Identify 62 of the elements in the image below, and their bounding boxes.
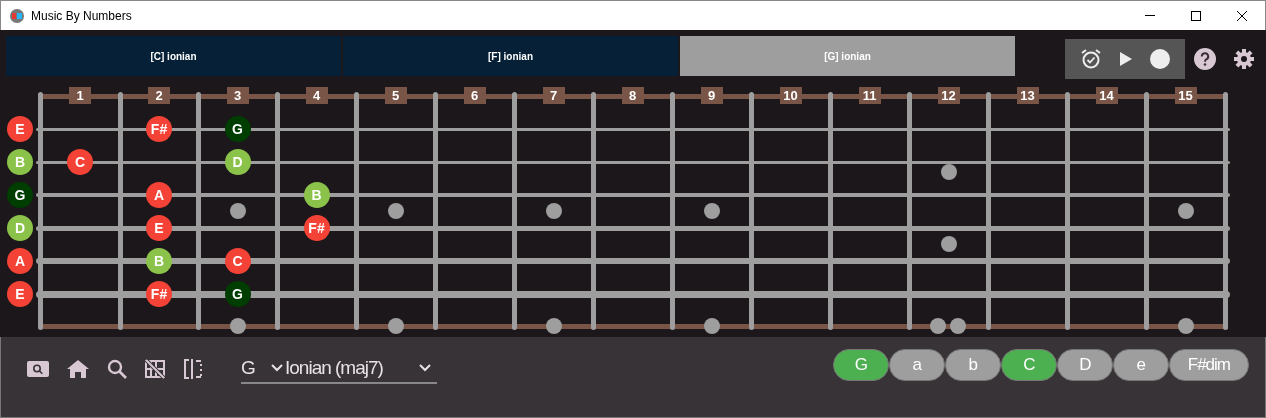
chevron-down-icon <box>419 364 431 372</box>
chevron-down-icon <box>271 364 283 372</box>
fret-number: 8 <box>621 87 644 104</box>
fret-number: 5 <box>384 87 407 104</box>
app-icon <box>10 8 24 23</box>
fret-number: 7 <box>542 87 565 104</box>
fret-number: 9 <box>700 87 723 104</box>
fret-number: 14 <box>1095 87 1118 104</box>
chord-button[interactable]: b <box>944 348 1001 381</box>
scale-tab[interactable]: [F] ionian <box>343 36 678 76</box>
note-marker: C <box>67 149 93 175</box>
note-marker: G <box>224 281 251 307</box>
fret-number: 11 <box>858 87 881 104</box>
note-marker: A <box>146 182 172 208</box>
chord-button[interactable]: e <box>1112 348 1169 381</box>
note-marker: D <box>224 149 251 175</box>
record-icon[interactable] <box>1150 49 1171 69</box>
note-marker: A <box>7 248 33 274</box>
fret-number: 2 <box>148 87 170 104</box>
note-marker: F# <box>146 116 172 142</box>
photo-search-icon[interactable] <box>27 361 49 377</box>
chord-button[interactable]: G <box>832 348 889 381</box>
note-marker: C <box>224 248 251 274</box>
play-icon[interactable] <box>1119 51 1133 67</box>
help-icon[interactable] <box>1194 48 1216 70</box>
fret-number: 12 <box>937 87 960 104</box>
maximize-icon <box>1191 10 1201 21</box>
note-marker: E <box>146 215 172 241</box>
note-marker: B <box>146 248 172 274</box>
fret-number: 3 <box>226 87 249 104</box>
crossed-out-grid-icon[interactable] <box>145 359 165 379</box>
chord-button[interactable]: C <box>1000 348 1057 381</box>
chord-button[interactable]: F#dim <box>1168 348 1249 381</box>
note-marker: E <box>7 116 33 142</box>
note-marker: D <box>7 215 33 241</box>
note-marker: B <box>7 149 33 175</box>
note-marker: G <box>7 182 33 208</box>
note-marker: F# <box>303 215 330 241</box>
fret-number: 1 <box>69 87 91 104</box>
note-marker: F# <box>146 281 172 307</box>
home-icon[interactable] <box>67 360 89 378</box>
fret-number: 10 <box>779 87 802 104</box>
mode-dropdown[interactable]: Ionian (maj7) <box>285 354 437 382</box>
chord-button[interactable]: a <box>888 348 945 381</box>
fret-number: 13 <box>1016 87 1039 104</box>
minimize-icon <box>1145 15 1155 16</box>
alarm-clock-icon[interactable] <box>1079 48 1102 70</box>
close-icon <box>1237 10 1247 21</box>
scale-tab[interactable]: [C] ionian <box>6 36 341 76</box>
split-view-icon[interactable] <box>183 359 203 379</box>
settings-icon[interactable] <box>1234 49 1254 69</box>
fret-number: 6 <box>463 87 486 104</box>
fret-number: 15 <box>1174 87 1197 104</box>
search-icon[interactable] <box>107 359 127 379</box>
note-marker: E <box>7 281 33 307</box>
note-marker: G <box>224 116 251 142</box>
key-dropdown[interactable]: G <box>241 354 285 382</box>
scale-tab[interactable]: [G] ionian <box>680 36 1015 76</box>
note-marker: B <box>303 182 330 208</box>
fret-number: 4 <box>305 87 328 104</box>
window-title: Music By Numbers <box>31 7 132 25</box>
chord-button[interactable]: D <box>1056 348 1113 381</box>
